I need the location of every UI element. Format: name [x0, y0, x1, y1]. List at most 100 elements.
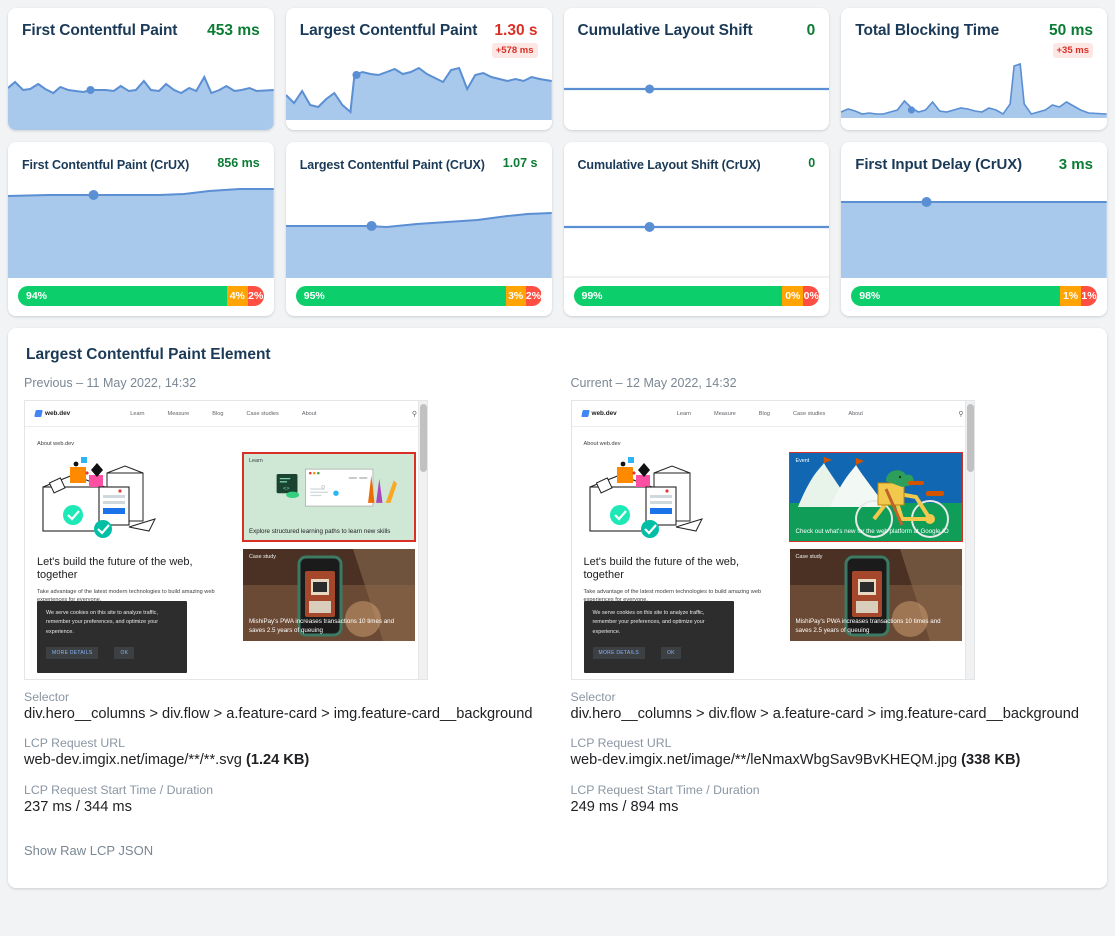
label-request-url: LCP Request URL — [570, 736, 672, 751]
lcp-meta-current: Selector div.hero__columns > div.flow > … — [571, 690, 1092, 817]
mock-nav-measure[interactable]: Measure — [168, 411, 190, 417]
lcp-highlighted-element-current[interactable]: Event Check out what's new for the web p… — [788, 452, 963, 542]
cookie-text: We serve cookies on this site to analyze… — [46, 610, 159, 635]
metric-value-wrap: 0 — [800, 156, 815, 170]
metric-value: 453 ms — [207, 22, 260, 39]
metric-value: 856 ms — [217, 156, 260, 170]
crux-distribution-bar[interactable]: 98% 1% 1% — [851, 286, 1097, 306]
lcp-highlighted-element-previous[interactable]: Learn <> Explore structured learning pat… — [242, 452, 416, 542]
sparkline-chart-cls-crux — [563, 222, 830, 278]
crux-distribution-wrap: 99% 0% 0% — [564, 278, 830, 316]
cookie-ok-button[interactable]: OK — [660, 647, 681, 660]
value-start-duration: 237 ms / 344 ms — [24, 798, 132, 815]
screenshot-scrollbar[interactable] — [418, 401, 427, 679]
sparkline-chart-lcp — [285, 66, 552, 120]
mock-headline: Let's build the future of the web, toget… — [37, 556, 193, 581]
metric-card-lcp[interactable]: Largest Contentful Paint 1.30 s +578 ms — [285, 8, 552, 130]
case-study-label: Case study — [795, 554, 823, 560]
lcp-column-previous: Previous – 11 May 2022, 14:32 web.dev Le… — [24, 376, 545, 858]
metrics-row-crux: First Contentful Paint (CrUX) 856 ms 94%… — [0, 130, 1115, 316]
metric-card-fid-crux[interactable]: First Input Delay (CrUX) 3 ms 98% 1% 1% — [841, 142, 1107, 316]
metric-card-cls-crux[interactable]: Cumulative Layout Shift (CrUX) 0 99% 0% … — [563, 142, 830, 316]
mock-nav-learn[interactable]: Learn — [130, 411, 144, 417]
mock-nav-blog[interactable]: Blog — [212, 411, 223, 417]
dist-poor: 2% — [247, 286, 264, 306]
cookie-more-details-button[interactable]: MORE DETAILS — [592, 647, 645, 660]
mock-body: About web.dev Let's build the future of … — [571, 427, 974, 679]
dist-needs-improvement: 0% — [782, 286, 804, 306]
screenshot-scroll-thumb[interactable] — [966, 404, 974, 472]
dist-good: 98% — [851, 286, 1061, 306]
screenshot-scrollbar[interactable] — [964, 401, 974, 679]
hero-illustration — [588, 457, 703, 538]
sparkline-marker — [921, 197, 932, 207]
lcp-column-current: Current – 12 May 2022, 14:32 web.dev Lea… — [570, 376, 1092, 858]
case-study-card[interactable]: Case study MishiPay's PWA increases tran… — [789, 549, 962, 641]
webdev-logo-icon — [34, 410, 43, 417]
search-icon[interactable]: ⚲ — [958, 410, 963, 418]
mock-kicker: About web.dev — [37, 441, 75, 447]
mock-nav-case-studies[interactable]: Case studies — [793, 411, 825, 417]
lcp-screenshot-current[interactable]: web.dev Learn Measure Blog Case studies … — [570, 400, 975, 680]
crux-distribution-wrap: 94% 4% 2% — [8, 278, 274, 316]
cookie-more-details-button[interactable]: MORE DETAILS — [46, 647, 99, 660]
dist-poor: 1% — [1081, 286, 1097, 306]
crux-distribution-bar[interactable]: 94% 4% 2% — [18, 286, 264, 306]
sparkline-marker — [644, 84, 654, 94]
mock-brand: web.dev — [45, 410, 71, 417]
mock-nav-blog[interactable]: Blog — [759, 411, 770, 417]
cookie-buttons: MORE DETAILS OK — [46, 647, 178, 660]
metric-value-wrap: 3 ms — [1051, 156, 1093, 173]
lcp-screenshot-previous[interactable]: web.dev Learn Measure Blog Case studies … — [24, 400, 428, 680]
feature-caption: Check out what's new for the web platfor… — [795, 527, 949, 535]
metric-card-lcp-crux[interactable]: Largest Contentful Paint (CrUX) 1.07 s 9… — [285, 142, 552, 316]
crux-distribution-bar[interactable]: 95% 3% 2% — [295, 286, 542, 306]
show-raw-lcp-json-link[interactable]: Show Raw LCP JSON — [24, 843, 545, 858]
cookie-banner[interactable]: We serve cookies on this site to analyze… — [37, 601, 187, 673]
mock-headline: Let's build the future of the web, toget… — [583, 556, 740, 581]
value-request-url: web-dev.imgix.net/image/**/**.svg (1.24 … — [24, 751, 545, 770]
mock-logo: web.dev — [580, 410, 617, 417]
request-size: (338 KB) — [961, 752, 1021, 769]
metric-value-wrap: 856 ms — [209, 156, 259, 170]
dist-good: 95% — [295, 286, 506, 306]
sparkline-chart-tbt — [841, 62, 1107, 118]
crux-distribution-bar[interactable]: 99% 0% 0% — [573, 286, 820, 306]
metric-card-header: Cumulative Layout Shift (CrUX) 0 — [564, 142, 830, 182]
learn-illustration: <> — [276, 468, 397, 507]
metric-card-tbt[interactable]: Total Blocking Time 50 ms +35 ms — [841, 8, 1107, 130]
cookie-banner[interactable]: We serve cookies on this site to analyze… — [583, 601, 734, 673]
mock-nav-learn[interactable]: Learn — [677, 411, 691, 417]
mock-logo: web.dev — [34, 410, 71, 417]
mock-nav-case-studies[interactable]: Case studies — [247, 411, 279, 417]
mock-nav-about[interactable]: About — [848, 411, 863, 417]
metric-value: 50 ms — [1049, 22, 1093, 39]
metric-card-header: First Contentful Paint (CrUX) 856 ms — [8, 142, 274, 182]
mock-nav-links: Learn Measure Blog Case studies About — [130, 411, 316, 417]
sparkline-chart-cls — [563, 84, 830, 94]
mock-body: About web.dev Let's build the future of … — [25, 427, 427, 679]
case-study-caption: MishiPay's PWA increases transactions 10… — [795, 618, 941, 634]
metric-card-cls[interactable]: Cumulative Layout Shift 0 — [563, 8, 830, 130]
case-study-card[interactable]: Case study MishiPay's PWA increases tran… — [243, 549, 415, 641]
screenshot-scroll-thumb[interactable] — [420, 404, 427, 472]
sparkline-marker — [908, 106, 916, 114]
metric-card-fcp-crux[interactable]: First Contentful Paint (CrUX) 856 ms 94%… — [8, 142, 274, 316]
feature-label: Learn — [249, 458, 263, 464]
feature-caption: Explore structured learning paths to lea… — [249, 527, 391, 535]
cookie-ok-button[interactable]: OK — [114, 647, 135, 660]
column-heading-current: Current – 12 May 2022, 14:32 — [570, 376, 737, 390]
lcp-meta-previous: Selector div.hero__columns > div.flow > … — [24, 690, 545, 817]
metric-value-wrap: 0 — [799, 22, 816, 40]
site-mock-previous: web.dev Learn Measure Blog Case studies … — [25, 401, 427, 679]
metric-card-fcp[interactable]: First Contentful Paint 453 ms — [8, 8, 274, 130]
label-start-duration: LCP Request Start Time / Duration — [24, 782, 214, 797]
metric-card-header: Total Blocking Time 50 ms +35 ms — [841, 8, 1107, 58]
case-study-label: Case study — [249, 554, 276, 560]
metric-value: 3 ms — [1058, 156, 1093, 173]
mock-nav-measure[interactable]: Measure — [714, 411, 736, 417]
search-icon[interactable]: ⚲ — [412, 410, 417, 418]
value-selector: div.hero__columns > div.flow > a.feature… — [570, 706, 1080, 722]
label-selector: Selector — [570, 690, 616, 704]
mock-nav-about[interactable]: About — [302, 411, 317, 417]
